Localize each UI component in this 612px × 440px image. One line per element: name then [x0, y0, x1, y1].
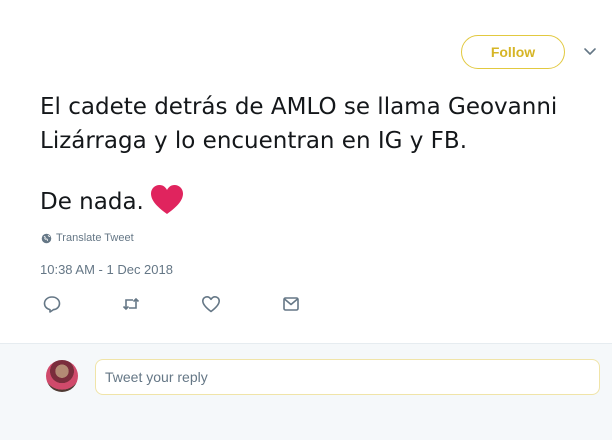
globe-icon [41, 233, 52, 243]
follow-button[interactable]: Follow [461, 35, 565, 69]
direct-message-icon[interactable] [281, 295, 301, 313]
chevron-down-icon[interactable] [583, 46, 597, 58]
tweet-timestamp[interactable]: 10:38 AM - 1 Dec 2018 [40, 262, 173, 277]
like-icon[interactable] [201, 295, 221, 313]
reply-placeholder: Tweet your reply [105, 369, 208, 385]
tweet-text: El cadete detrás de AMLO se llama Geovan… [40, 90, 580, 219]
tweet-line-last: De nada. [40, 184, 580, 219]
reply-input[interactable]: Tweet your reply [95, 359, 600, 395]
avatar[interactable] [46, 360, 78, 392]
translate-tweet-link[interactable]: Translate Tweet [41, 232, 134, 244]
heart-emoji-icon [150, 185, 183, 214]
tweet-line: El cadete detrás de AMLO se llama Geovan… [40, 94, 558, 120]
tweet-page: Follow El cadete detrás de AMLO se llama… [0, 0, 612, 440]
tweet-actions [0, 295, 612, 315]
retweet-icon[interactable] [121, 295, 141, 313]
tweet-line: Lizárraga y lo encuentran en IG y FB. [40, 128, 468, 154]
tweet-line: De nada. [40, 189, 144, 215]
reply-icon[interactable] [42, 295, 62, 313]
translate-label: Translate Tweet [56, 232, 134, 244]
